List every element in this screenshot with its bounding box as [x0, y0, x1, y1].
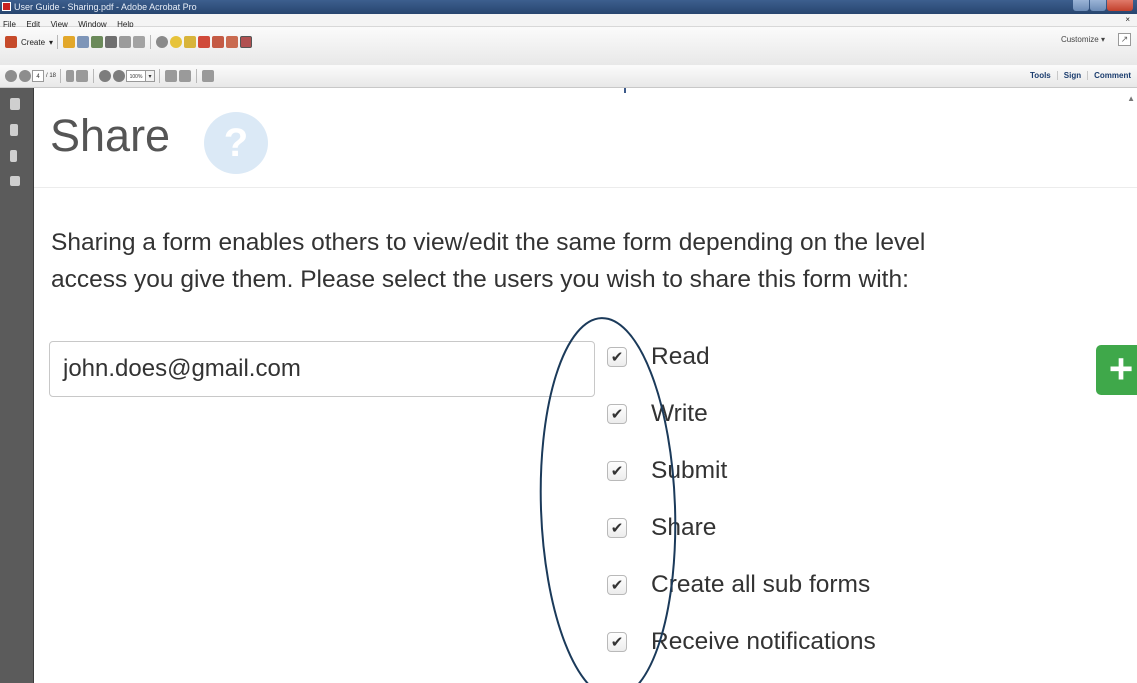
read-checkbox[interactable]: ✔	[607, 347, 627, 367]
toolbar-separator	[159, 69, 161, 83]
email-field[interactable]: john.does@gmail.com	[49, 341, 595, 397]
window-title: User Guide - Sharing.pdf - Adobe Acrobat…	[14, 2, 197, 12]
help-glyph: ?	[223, 120, 249, 165]
permission-label: Submit	[651, 457, 728, 484]
redact-icon[interactable]	[240, 36, 253, 48]
create-icon	[5, 36, 17, 48]
chevron-down-icon: ▾	[49, 37, 54, 47]
title-bar: User Guide - Sharing.pdf - Adobe Acrobat…	[0, 0, 1137, 14]
pdf-export-icon[interactable]	[226, 36, 239, 48]
stamp-icon[interactable]	[184, 36, 197, 48]
page-total: / 18	[46, 73, 57, 79]
add-user-button[interactable]: +	[1096, 345, 1137, 395]
comment-icon[interactable]	[170, 36, 183, 48]
permission-label: Receive notifications	[651, 628, 876, 655]
bookmarks-icon[interactable]	[10, 124, 18, 136]
permission-write[interactable]: ✔ Write	[607, 400, 708, 428]
intro-text: Sharing a form enables others to view/ed…	[51, 224, 1137, 298]
open-icon[interactable]	[63, 36, 76, 48]
print-icon[interactable]	[105, 36, 118, 48]
zoom-out-icon[interactable]	[99, 70, 112, 82]
intro-line: Sharing a form enables others to view/ed…	[51, 229, 926, 256]
document-close-icon[interactable]: ×	[1125, 14, 1130, 26]
toolbar-separator	[196, 69, 198, 83]
page-thumbnails-icon[interactable]	[10, 98, 20, 110]
maximize-button[interactable]	[1090, 0, 1106, 11]
toolbar-separator	[57, 35, 59, 49]
zoom-dropdown-icon[interactable]: ▾	[146, 70, 156, 82]
page-number-input[interactable]: 4	[32, 70, 44, 82]
attachments-icon[interactable]	[10, 150, 17, 162]
scissors-icon[interactable]	[202, 70, 215, 82]
customize-label: Customize	[1060, 35, 1099, 44]
settings-icon[interactable]	[156, 36, 169, 48]
edit-icon[interactable]	[119, 36, 132, 48]
permission-label: Write	[651, 400, 708, 427]
intro-line: access you give them. Please select the …	[51, 266, 909, 293]
select-cursor-icon[interactable]	[66, 70, 75, 82]
page-toolbar: 4 / 18 100% ▾ Tools Sign Comment	[0, 65, 1137, 88]
previous-page-icon[interactable]	[5, 70, 17, 82]
document-page: ▲ Share ? Sharing a form enables others …	[34, 88, 1137, 683]
expand-icon[interactable]: ↗	[1118, 33, 1131, 46]
panel-links: Tools Sign Comment	[1024, 71, 1137, 80]
submit-checkbox[interactable]: ✔	[607, 461, 627, 481]
toolbar-separator	[60, 69, 62, 83]
pdf-icon[interactable]	[198, 36, 211, 48]
chevron-down-icon: ▾	[1100, 35, 1105, 44]
page-title: Share	[50, 110, 171, 161]
hand-tool-icon[interactable]	[76, 70, 89, 82]
scroll-up-icon[interactable]: ▲	[1127, 94, 1135, 103]
permission-read[interactable]: ✔ Read	[607, 343, 710, 371]
zoom-in-icon[interactable]	[113, 70, 126, 82]
tools-panel-link[interactable]: Tools	[1024, 71, 1057, 80]
receive-notifications-checkbox[interactable]: ✔	[607, 632, 627, 652]
signatures-icon[interactable]	[10, 176, 20, 186]
pdf-export-icon[interactable]	[212, 36, 225, 48]
navigation-pane	[0, 88, 34, 683]
title-divider	[34, 187, 1137, 188]
comment-panel-link[interactable]: Comment	[1087, 71, 1137, 80]
customize-button[interactable]: Customize ▾	[1061, 35, 1105, 44]
zoom-level-input[interactable]: 100%	[126, 70, 147, 82]
toolbar-separator	[93, 69, 95, 83]
window-controls	[1073, 0, 1133, 11]
create-sub-forms-checkbox[interactable]: ✔	[607, 575, 627, 595]
share-checkbox[interactable]: ✔	[607, 518, 627, 538]
create-label: Create	[21, 37, 46, 47]
menu-bar: File Edit View Window Help ×	[0, 14, 1137, 29]
permission-label: Read	[651, 343, 710, 370]
toolbar-separator	[150, 35, 152, 49]
page-top-rule	[34, 88, 1137, 93]
create-button[interactable]: Create ▾	[4, 36, 53, 48]
next-page-icon[interactable]	[19, 70, 31, 82]
acrobat-app-icon	[2, 2, 11, 11]
permission-share[interactable]: ✔ Share	[607, 514, 716, 542]
permission-submit[interactable]: ✔ Submit	[607, 457, 727, 485]
full-screen-icon[interactable]	[179, 70, 192, 82]
write-checkbox[interactable]: ✔	[607, 404, 627, 424]
fit-page-icon[interactable]	[165, 70, 178, 82]
sign-panel-link[interactable]: Sign	[1056, 71, 1087, 80]
plus-icon: +	[1108, 345, 1134, 392]
upload-icon[interactable]	[91, 36, 104, 48]
help-icon[interactable]: ?	[204, 112, 268, 174]
close-button[interactable]	[1107, 0, 1133, 11]
permission-receive-notifications[interactable]: ✔ Receive notifications	[607, 628, 876, 656]
permission-label: Share	[651, 514, 717, 541]
permission-create-sub-forms[interactable]: ✔ Create all sub forms	[607, 571, 870, 599]
permission-label: Create all sub forms	[651, 571, 871, 598]
minimize-button[interactable]	[1073, 0, 1089, 11]
main-toolbar: Create ▾ Customize ▾ ↗	[0, 27, 1137, 66]
email-icon[interactable]	[133, 36, 146, 48]
save-icon[interactable]	[77, 36, 90, 48]
